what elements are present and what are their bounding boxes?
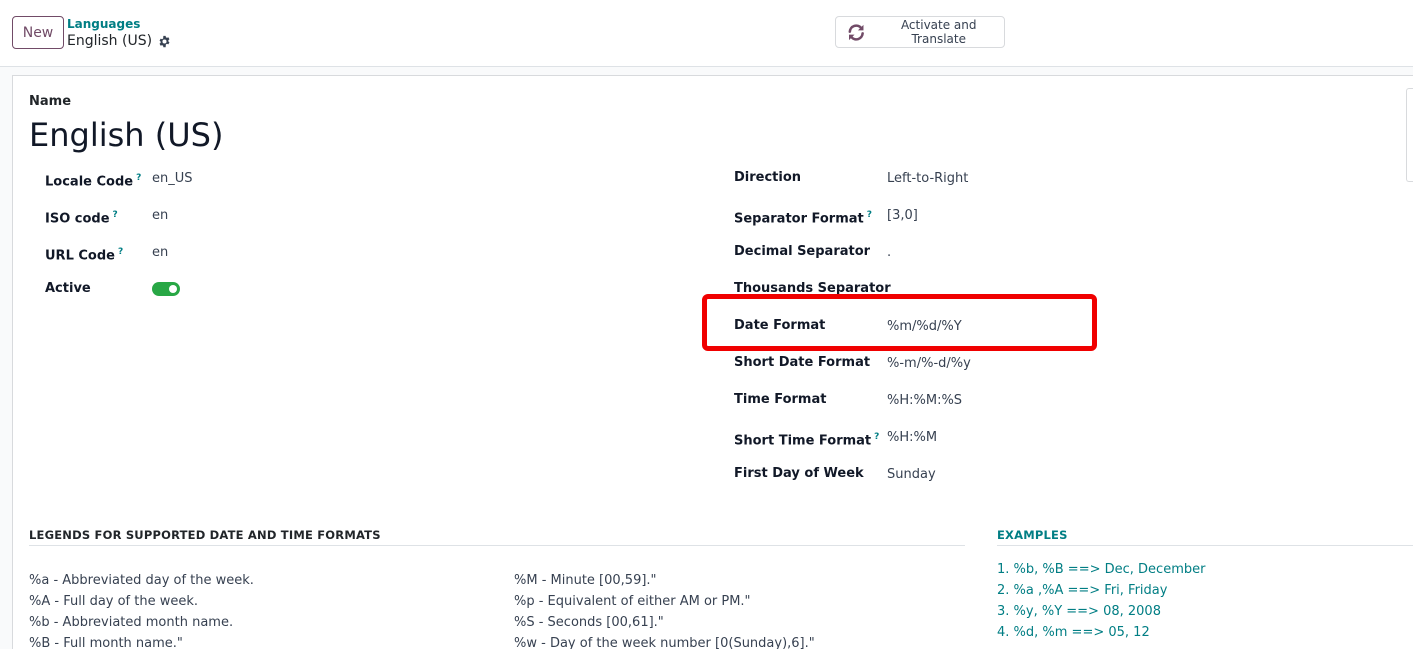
locale-code-field[interactable]: en_US [152,170,193,188]
example-line: 2. %a ,%A ==> Fri, Friday [997,583,1168,598]
example-line: 4. %d, %m ==> 05, 12 [997,625,1150,640]
separator-format-field[interactable]: [3,0] [887,207,918,225]
iso-code-label: ISO code? [45,210,118,227]
help-tooltip-icon[interactable]: ? [867,210,872,220]
chatter-panel-edge [1406,88,1413,182]
example-line: 1. %b, %B ==> Dec, December [997,562,1206,577]
url-code-label: URL Code? [45,247,124,264]
breadcrumb-current-label: English (US) [67,33,153,49]
short-date-format-label: Short Date Format [734,355,871,370]
short-time-format-field[interactable]: %H:%M [887,429,937,447]
thousands-separator-label: Thousands Separator [734,281,891,296]
active-label: Active [45,281,91,296]
decimal-separator-field[interactable]: . [887,244,891,262]
examples-section-title: EXAMPLES [997,528,1068,542]
help-tooltip-icon[interactable]: ? [136,173,141,183]
examples-divider [997,545,1413,546]
gear-icon[interactable] [158,35,171,48]
decimal-separator-label: Decimal Separator [734,244,871,259]
legend-line: %w - Day of the week number [0(Sunday),6… [514,636,815,649]
name-label: Name [29,94,72,109]
legend-line: %A - Full day of the week. [29,594,199,609]
refresh-icon [848,23,864,41]
locale-code-label: Locale Code? [45,173,142,190]
date-format-label: Date Format [734,318,826,333]
activate-and-translate-label: Activate and Translate [900,18,977,46]
help-tooltip-icon[interactable]: ? [118,247,123,257]
name-field[interactable]: English (US) [29,114,223,156]
active-toggle[interactable] [152,282,180,296]
time-format-field[interactable]: %H:%M:%S [887,392,962,410]
breadcrumb: Languages English (US) [67,17,171,50]
control-panel: New Languages English (US) Activate and … [0,0,1413,67]
short-time-format-label: Short Time Format? [734,432,880,449]
date-format-field[interactable]: %m/%d/%Y [887,318,962,336]
first-day-of-week-field[interactable]: Sunday [887,466,936,484]
separator-format-label: Separator Format? [734,210,872,227]
breadcrumb-languages-link[interactable]: Languages [67,17,171,31]
new-button[interactable]: New [12,16,64,49]
legend-line: %B - Full month name." [29,636,183,649]
short-date-format-field[interactable]: %-m/%-d/%y [887,355,971,373]
legend-line: %p - Equivalent of either AM or PM." [514,594,751,609]
direction-label: Direction [734,170,802,185]
breadcrumb-current: English (US) [67,32,171,50]
legend-line: %S - Seconds [00,61]." [514,615,664,630]
legend-line: %a - Abbreviated day of the week. [29,573,254,588]
legends-divider [29,545,965,546]
help-tooltip-icon[interactable]: ? [113,210,118,220]
url-code-field[interactable]: en [152,244,168,262]
time-format-label: Time Format [734,392,827,407]
first-day-of-week-label: First Day of Week [734,466,864,481]
help-tooltip-icon[interactable]: ? [874,432,879,442]
legend-line: %b - Abbreviated month name. [29,615,234,630]
legend-line: %M - Minute [00,59]." [514,573,657,588]
iso-code-field[interactable]: en [152,207,168,225]
example-line: 3. %y, %Y ==> 08, 2008 [997,604,1161,619]
legends-section-title: LEGENDS FOR SUPPORTED DATE AND TIME FORM… [29,528,381,542]
direction-field[interactable]: Left-to-Right [887,170,968,188]
activate-and-translate-button[interactable]: Activate and Translate [835,16,1005,48]
